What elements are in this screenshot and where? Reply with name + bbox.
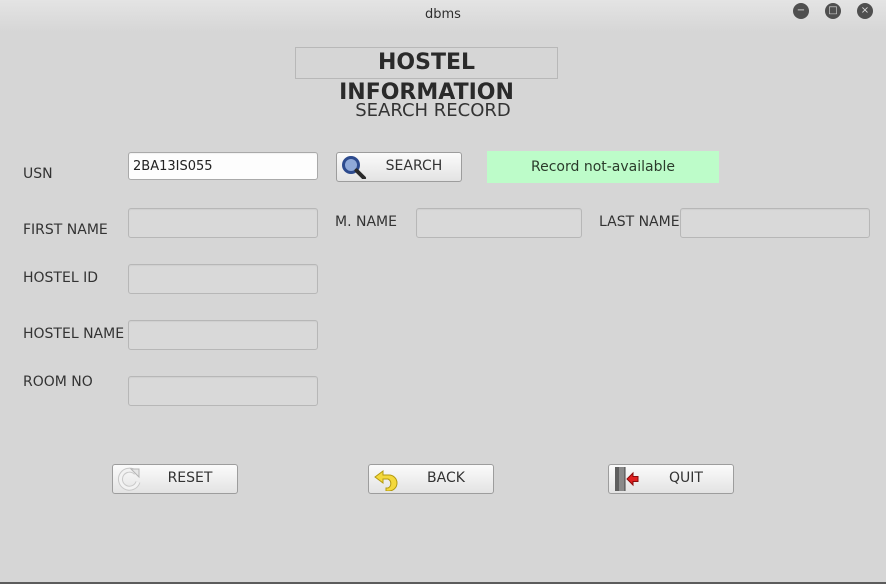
room-no-input[interactable] bbox=[128, 376, 318, 406]
last-name-input[interactable] bbox=[680, 208, 870, 238]
search-button-label: SEARCH bbox=[385, 158, 443, 174]
title-bar: dbms − □ × bbox=[0, 0, 886, 32]
page-title: HOSTEL INFORMATION bbox=[295, 47, 558, 105]
first-name-label: FIRST NAME bbox=[23, 222, 108, 238]
usn-input[interactable] bbox=[128, 152, 318, 180]
hostel-id-label: HOSTEL ID bbox=[23, 270, 98, 286]
usn-label: USN bbox=[23, 166, 53, 182]
magnifier-icon bbox=[342, 156, 366, 179]
status-message: Record not-available bbox=[487, 151, 719, 183]
hostel-name-label: HOSTEL NAME bbox=[23, 326, 125, 342]
first-name-input[interactable] bbox=[128, 208, 318, 238]
reset-button-label: RESET bbox=[167, 470, 213, 486]
refresh-icon bbox=[117, 467, 141, 491]
middle-name-label: M. NAME bbox=[335, 214, 397, 230]
quit-button-label: QUIT bbox=[669, 470, 703, 486]
hostel-name-input[interactable] bbox=[128, 320, 318, 350]
back-button[interactable]: BACK bbox=[368, 464, 494, 494]
room-no-label: ROOM NO bbox=[23, 374, 93, 390]
minimize-button[interactable]: − bbox=[793, 3, 809, 19]
page-subtitle: SEARCH RECORD bbox=[355, 100, 511, 121]
back-arrow-icon bbox=[374, 470, 398, 491]
quit-button[interactable]: QUIT bbox=[608, 464, 734, 494]
middle-name-input[interactable] bbox=[416, 208, 582, 238]
hostel-id-input[interactable] bbox=[128, 264, 318, 294]
reset-button[interactable]: RESET bbox=[112, 464, 238, 494]
back-button-label: BACK bbox=[427, 470, 465, 486]
window-title: dbms bbox=[425, 7, 461, 22]
last-name-label: LAST NAME bbox=[599, 214, 680, 230]
search-button[interactable]: SEARCH bbox=[336, 152, 462, 182]
maximize-button[interactable]: □ bbox=[825, 3, 841, 19]
close-button[interactable]: × bbox=[857, 3, 873, 19]
exit-door-icon bbox=[615, 467, 639, 491]
